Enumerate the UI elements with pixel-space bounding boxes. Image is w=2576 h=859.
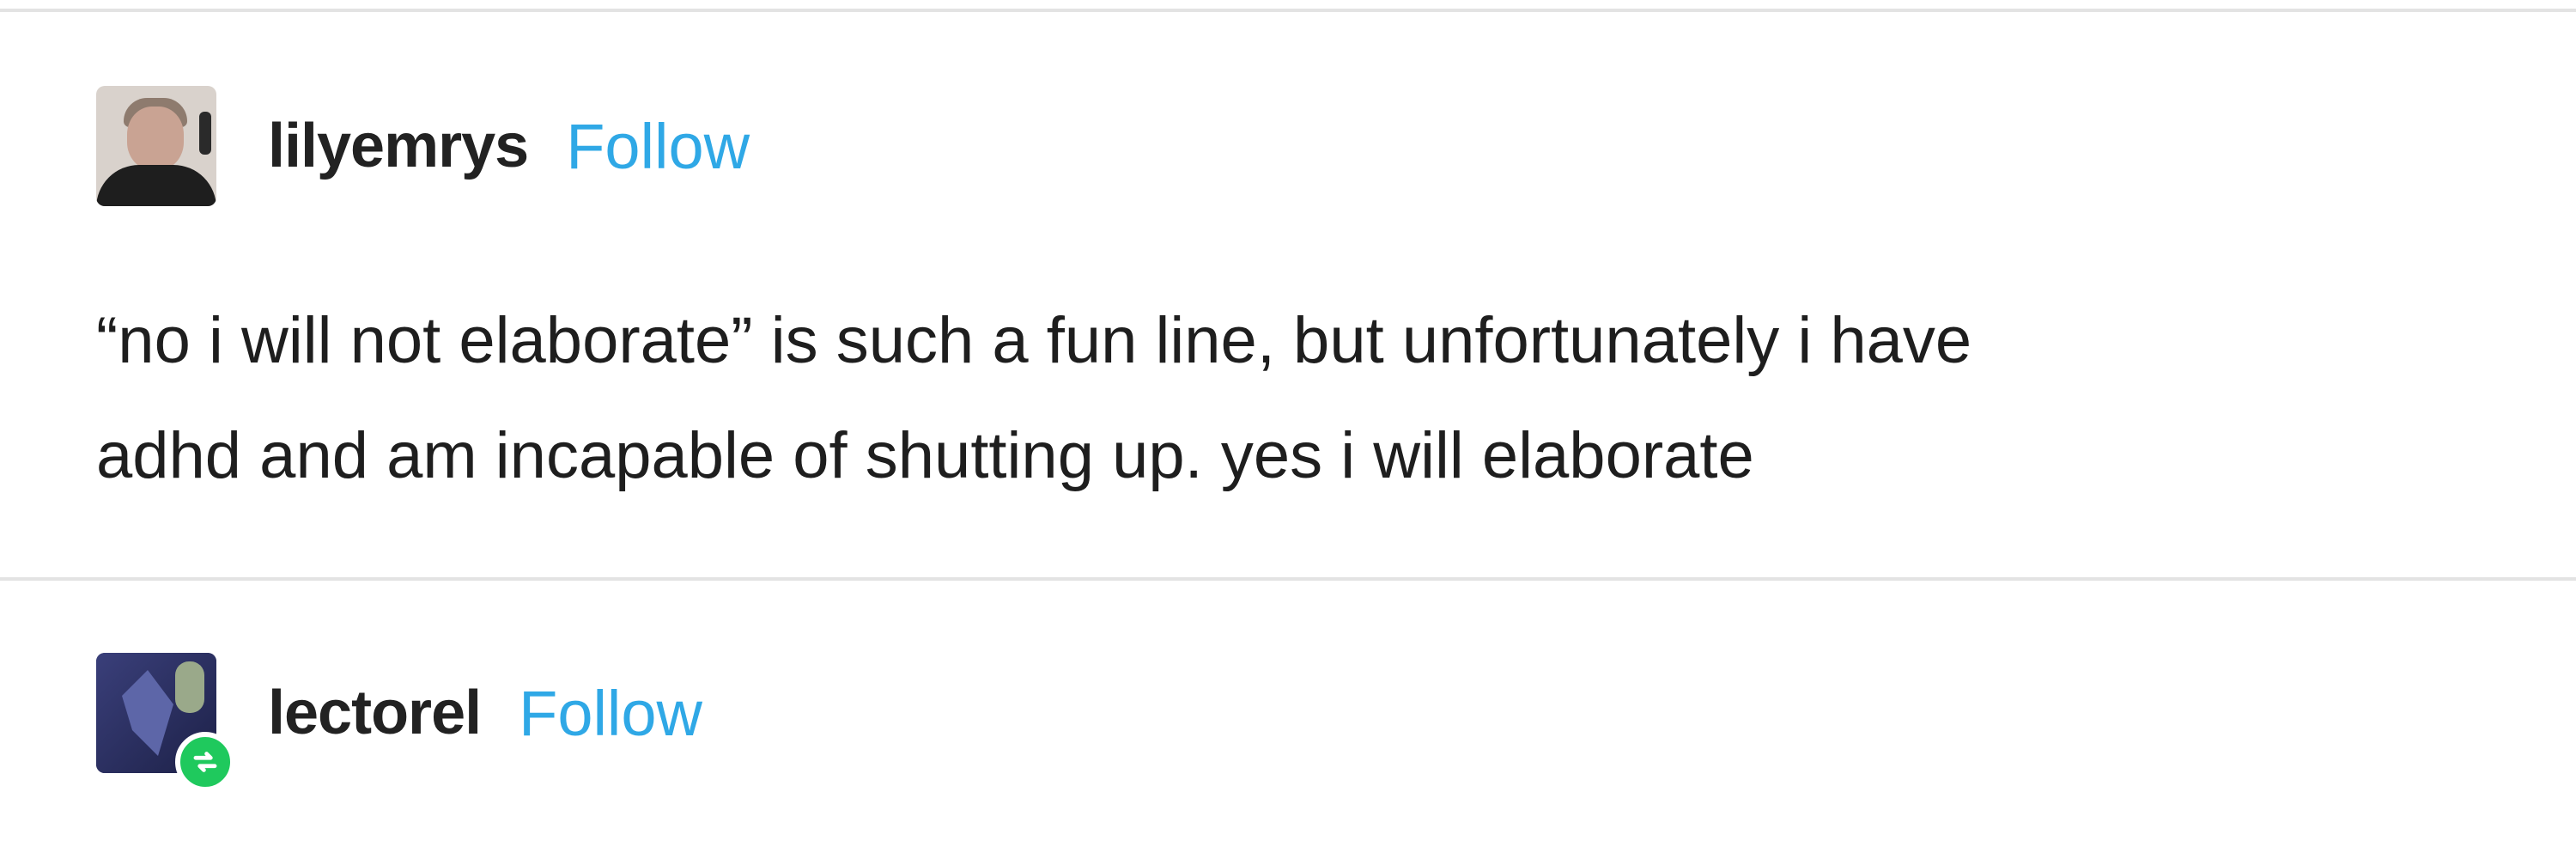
post-divider — [0, 577, 2576, 581]
follow-button[interactable]: Follow — [519, 677, 702, 750]
reblog-arrows-icon — [193, 752, 217, 772]
post-text-line: “no i will not elaborate” is such a fun … — [96, 304, 1972, 377]
post-body: “no i will not elaborate” is such a fun … — [96, 283, 2500, 514]
avatar-face-shape — [127, 107, 184, 170]
avatar-figure-shape — [175, 661, 204, 713]
avatar[interactable] — [96, 86, 216, 206]
username[interactable]: lilyemrys — [268, 111, 529, 181]
reblog-icon — [175, 732, 235, 792]
avatar-shoulders-shape — [96, 165, 216, 206]
post-header-lectorel: lectorel Follow — [96, 653, 702, 792]
follow-button[interactable]: Follow — [566, 110, 750, 183]
post-text-line: adhd and am incapable of shutting up. ye… — [96, 419, 1754, 492]
avatar[interactable] — [96, 653, 235, 792]
username[interactable]: lectorel — [268, 678, 482, 748]
post-header-lilyemrys: lilyemrys Follow — [96, 86, 750, 206]
avatar-background-shape — [199, 112, 211, 155]
top-divider — [0, 9, 2576, 12]
avatar-wing-shape — [122, 670, 173, 756]
